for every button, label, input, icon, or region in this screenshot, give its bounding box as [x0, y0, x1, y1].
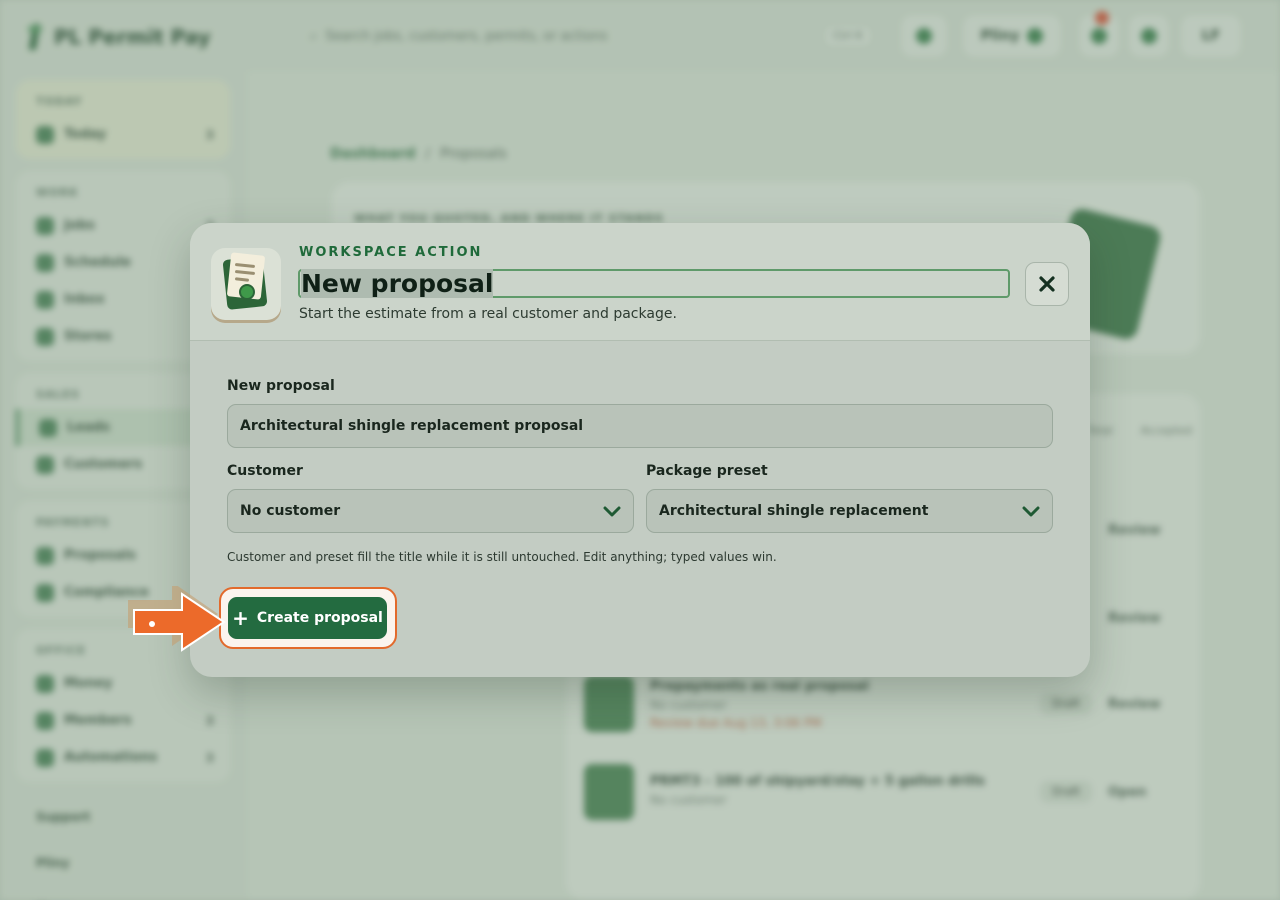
proposal-name-label: New proposal [227, 378, 335, 394]
dialog-title-field[interactable]: New proposal [298, 269, 1010, 298]
new-proposal-dialog: WORKSPACE ACTION New proposal Start the … [190, 223, 1090, 677]
close-icon [1039, 276, 1055, 292]
proposal-book-icon [211, 248, 281, 320]
chevron-down-icon [1022, 506, 1040, 517]
dialog-title: New proposal [301, 269, 494, 298]
plus-icon: + [232, 606, 249, 630]
customer-value: No customer [240, 503, 341, 519]
package-preset-value: Architectural shingle replacement [659, 503, 929, 519]
proposal-name-input[interactable]: Architectural shingle replacement propos… [227, 404, 1053, 448]
form-hint: Customer and preset fill the title while… [227, 550, 777, 564]
customer-label: Customer [227, 463, 303, 479]
chevron-down-icon [603, 506, 621, 517]
create-proposal-button[interactable]: + Create proposal [228, 597, 387, 639]
dialog-header: WORKSPACE ACTION New proposal Start the … [190, 223, 1090, 341]
package-preset-label: Package preset [646, 463, 768, 479]
package-preset-select[interactable]: Architectural shingle replacement [646, 489, 1053, 533]
dialog-eyebrow: WORKSPACE ACTION [299, 245, 483, 260]
pointer-arrow-icon [128, 586, 226, 652]
customer-select[interactable]: No customer [227, 489, 634, 533]
create-proposal-label: Create proposal [256, 610, 383, 626]
close-button[interactable] [1025, 262, 1069, 306]
dialog-subtitle: Start the estimate from a real customer … [299, 306, 677, 322]
